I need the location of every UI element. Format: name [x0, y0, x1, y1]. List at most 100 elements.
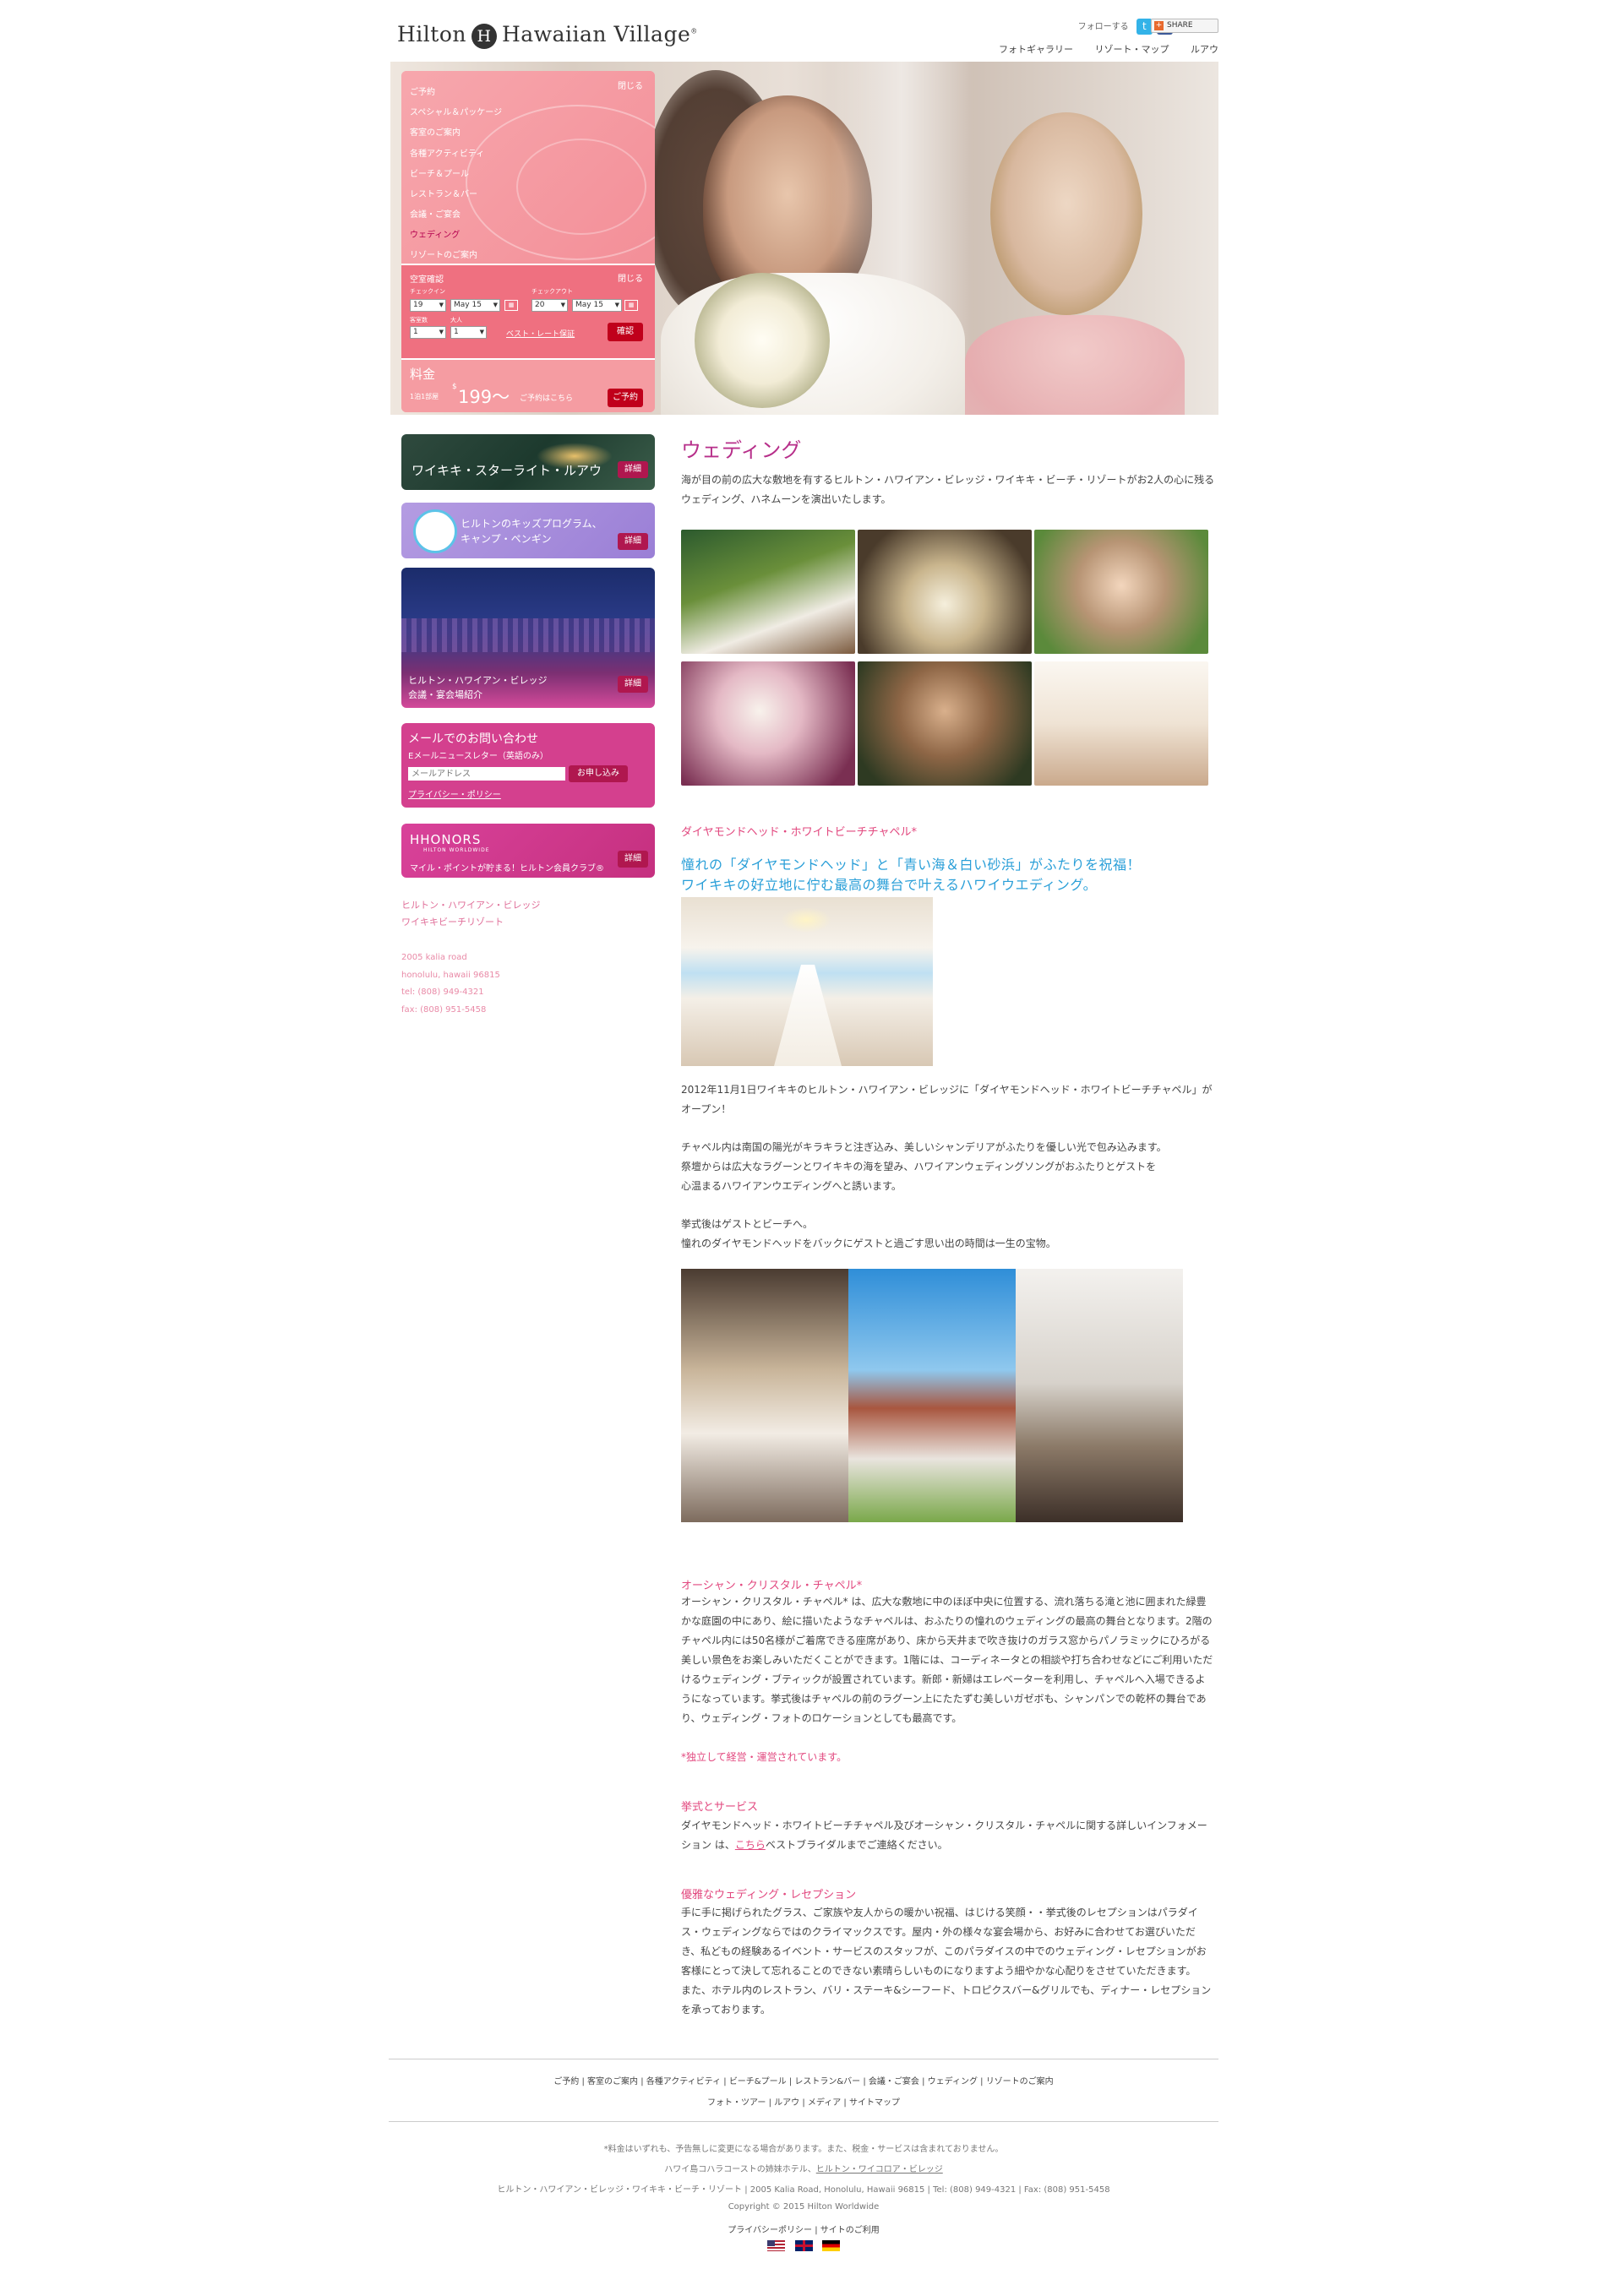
hhonors-logo: HHONORS	[410, 832, 482, 847]
gallery-photo[interactable]	[681, 661, 855, 786]
logo-text-hilton: Hilton	[397, 22, 466, 46]
checkin-month-select[interactable]: May 15	[450, 299, 500, 312]
diamond-p1-line: オープン！	[681, 1103, 732, 1115]
hilton-logo[interactable]: Hilton H Hawaiian Village®	[397, 22, 698, 49]
ocean-body-line: かな庭園の中にあり、絵に描いたようなチャペルは、おふたりの憧れのウェディングの最…	[681, 1615, 1213, 1627]
footer-link[interactable]: ルアウ	[774, 2098, 799, 2108]
price-currency: $	[452, 383, 457, 391]
price-suffix: ご予約はこちら	[520, 394, 574, 403]
services-line2-post: ベストブライダルまでご連絡ください。	[765, 1839, 948, 1851]
menu-item-wedding[interactable]: ウェディング	[410, 227, 460, 240]
gallery-photo[interactable]	[858, 661, 1032, 786]
ocean-note: *独立して経営・運営されています。	[681, 1751, 848, 1763]
uk-flag-icon[interactable]	[794, 2240, 813, 2251]
email-input[interactable]	[408, 767, 565, 781]
newsletter-box: メールでのお問い合わせ Eメールニュースレター（英語のみ） お申し込み プライバ…	[401, 723, 655, 808]
link-photo-gallery[interactable]: フォトギャラリー	[999, 44, 1073, 55]
adults-label: 大人	[450, 317, 462, 324]
share-button[interactable]: + SHARE	[1151, 19, 1218, 33]
price-box: 料金 1泊1部屋 $ 199〜 ご予約はこちら ご予約	[401, 360, 655, 412]
services-line: ション は、こちらベストブライダルまでご連絡ください。	[681, 1836, 948, 1855]
best-rate-link[interactable]: ベスト・レート保証	[506, 328, 575, 339]
menu-item-rooms[interactable]: 客室のご案内	[410, 125, 461, 138]
footer-sister-hotel: ハワイ島コハラコーストの姉妹ホテル、ヒルトン・ワイコロア・ビレッジ	[389, 2162, 1218, 2174]
chapel-interior-photo	[681, 1269, 848, 1522]
rooms-label: 客室数	[410, 317, 428, 324]
side-fax: fax: (808) 951-5458	[401, 1005, 487, 1015]
checkin-label: チェックイン	[410, 288, 445, 295]
footer-link[interactable]: メディア	[808, 2098, 841, 2108]
link-luau[interactable]: ルアウ	[1191, 44, 1218, 55]
checkin-day-select[interactable]: 19	[410, 299, 446, 312]
adults-select[interactable]: 1	[450, 326, 487, 339]
footer-link[interactable]: レストラン&バー	[794, 2077, 860, 2087]
menu-close-button[interactable]: 閉じる	[618, 79, 643, 91]
footer-link[interactable]: フォト・ツアー	[707, 2098, 766, 2108]
calendar-icon[interactable]: ▦	[504, 300, 518, 311]
menu-item-reserve[interactable]: ご予約	[410, 84, 435, 97]
diamond-p2-line: 心温まるハワイアンウエディングへと誘います。	[681, 1180, 902, 1192]
diamond-p3-line: 挙式後はゲストとビーチへ。	[681, 1218, 814, 1230]
link-resort-map[interactable]: リゾート・マップ	[1095, 44, 1169, 55]
diamond-p3-line: 憧れのダイヤモンドヘッドをバックにゲストと過ごす思い出の時間は一生の宝物。	[681, 1238, 1056, 1249]
checkout-month-select[interactable]: May 15	[572, 299, 622, 312]
footer-link[interactable]: ウェディング	[928, 2077, 978, 2087]
menu-item-meetings[interactable]: 会議・ご宴会	[410, 207, 461, 220]
footer-link[interactable]: ご予約	[553, 2077, 579, 2087]
banner-luau-details-button[interactable]: 詳細	[618, 461, 648, 478]
twitter-icon[interactable]: t	[1136, 19, 1153, 35]
gallery-photo[interactable]	[681, 530, 855, 654]
site-usage-link[interactable]: サイトのご利用	[820, 2226, 880, 2235]
calendar-icon[interactable]: ▦	[624, 300, 638, 311]
subscribe-button[interactable]: お申し込み	[569, 765, 628, 782]
rooms-select[interactable]: 1	[410, 326, 446, 339]
banner-kids-details-button[interactable]: 詳細	[618, 533, 648, 550]
gallery-photo[interactable]	[858, 530, 1032, 654]
page-title: ウェディング	[681, 438, 802, 462]
banner-hhonors[interactable]: HHONORS HILTON WORLDWIDE マイル・ポイントが貯まる！ヒル…	[401, 824, 655, 878]
footer-address: ヒルトン・ハワイアン・ビレッジ・ワイキキ・ビーチ・リゾート | 2005 Kal…	[497, 2185, 1110, 2195]
banner-meetings-line2: 会議・宴会場紹介	[408, 689, 482, 700]
page: HiltonHHawaiian Village® フォローする t f +SHA…	[389, 0, 1218, 2296]
us-flag-icon[interactable]	[767, 2240, 786, 2251]
german-flag-icon[interactable]	[821, 2240, 840, 2251]
footer-link[interactable]: 会議・ご宴会	[869, 2077, 919, 2087]
banner-hhonors-details-button[interactable]: 詳細	[618, 851, 648, 868]
hhonors-text: マイル・ポイントが貯まる！ヒルトン会員クラブ®	[410, 864, 604, 873]
banner-starlight-luau[interactable]: ワイキキ・スターライト・ルアウ 詳細	[401, 434, 655, 490]
banner-meetings[interactable]: ヒルトン・ハワイアン・ビレッジ 会議・宴会場紹介 詳細	[401, 568, 655, 708]
newsletter-subtitle: Eメールニュースレター（英語のみ）	[408, 752, 548, 761]
chapel-lounge-photo	[1016, 1269, 1183, 1522]
sister-hotel-link[interactable]: ヒルトン・ワイコロア・ビレッジ	[816, 2165, 943, 2174]
menu-item-beach-pool[interactable]: ビーチ＆プール	[410, 166, 469, 179]
menu-item-specials[interactable]: スペシャル＆パッケージ	[410, 105, 502, 117]
footer-note: *料金はいずれも、予告無しに変更になる場合があります。また、税金・サービスは含ま…	[603, 2145, 1004, 2154]
footer-link[interactable]: サイトマップ	[849, 2098, 900, 2108]
banner-meetings-details-button[interactable]: 詳細	[618, 676, 648, 693]
contact-link[interactable]: こちら	[735, 1839, 766, 1851]
privacy-policy-link[interactable]: プライバシー・ポリシー	[408, 787, 501, 800]
banner-kids-program[interactable]: ヒルトンのキッズプログラム、 キャンプ・ペンギン 詳細	[401, 503, 655, 558]
footer-link[interactable]: ビーチ&プール	[729, 2077, 787, 2087]
footer-link[interactable]: リゾートのご案内	[986, 2077, 1054, 2087]
menu-item-activities[interactable]: 各種アクティビティ	[410, 146, 484, 159]
availability-close-button[interactable]: 閉じる	[618, 271, 643, 284]
side-hotel-name-line1: ヒルトン・ハワイアン・ビレッジ	[401, 900, 541, 911]
ocean-body-line: チャペル内には50名様がご着席できる座席があり、床から天井まで吹き抜けのガラス窓…	[681, 1635, 1211, 1646]
menu-item-restaurants[interactable]: レストラン＆バー	[410, 187, 477, 199]
gallery-photo[interactable]	[1034, 661, 1208, 786]
menu-item-resort-info[interactable]: リゾートのご案内	[410, 248, 477, 260]
footer-link[interactable]: 客室のご案内	[587, 2077, 638, 2087]
ocean-body-line: り、ウェディング・フォトのロケーションとしても最高です。	[681, 1712, 962, 1724]
checkout-day-select[interactable]: 20	[531, 299, 568, 312]
availability-box: 空室確認 閉じる チェックイン チェックアウト 19 May 15 ▦ 20 M…	[401, 265, 655, 360]
footer-link[interactable]: 各種アクティビティ	[646, 2077, 721, 2087]
book-now-button[interactable]: ご予約	[608, 389, 643, 407]
diamond-p1-line: 2012年11月1日ワイキキのヒルトン・ハワイアン・ビレッジに「ダイヤモンドヘッ…	[681, 1084, 1213, 1096]
privacy-link[interactable]: プライバシーポリシー	[728, 2226, 812, 2235]
checkout-label: チェックアウト	[531, 288, 573, 295]
reception-body-line: 客様にとって決して忘れることのできない素晴らしいものになりますよう細やかな心配り…	[681, 1965, 1196, 1977]
reception-heading: 優雅なウェディング・レセプション	[681, 1889, 857, 1902]
confirm-button[interactable]: 確認	[608, 323, 643, 341]
gallery-photo[interactable]	[1034, 530, 1208, 654]
